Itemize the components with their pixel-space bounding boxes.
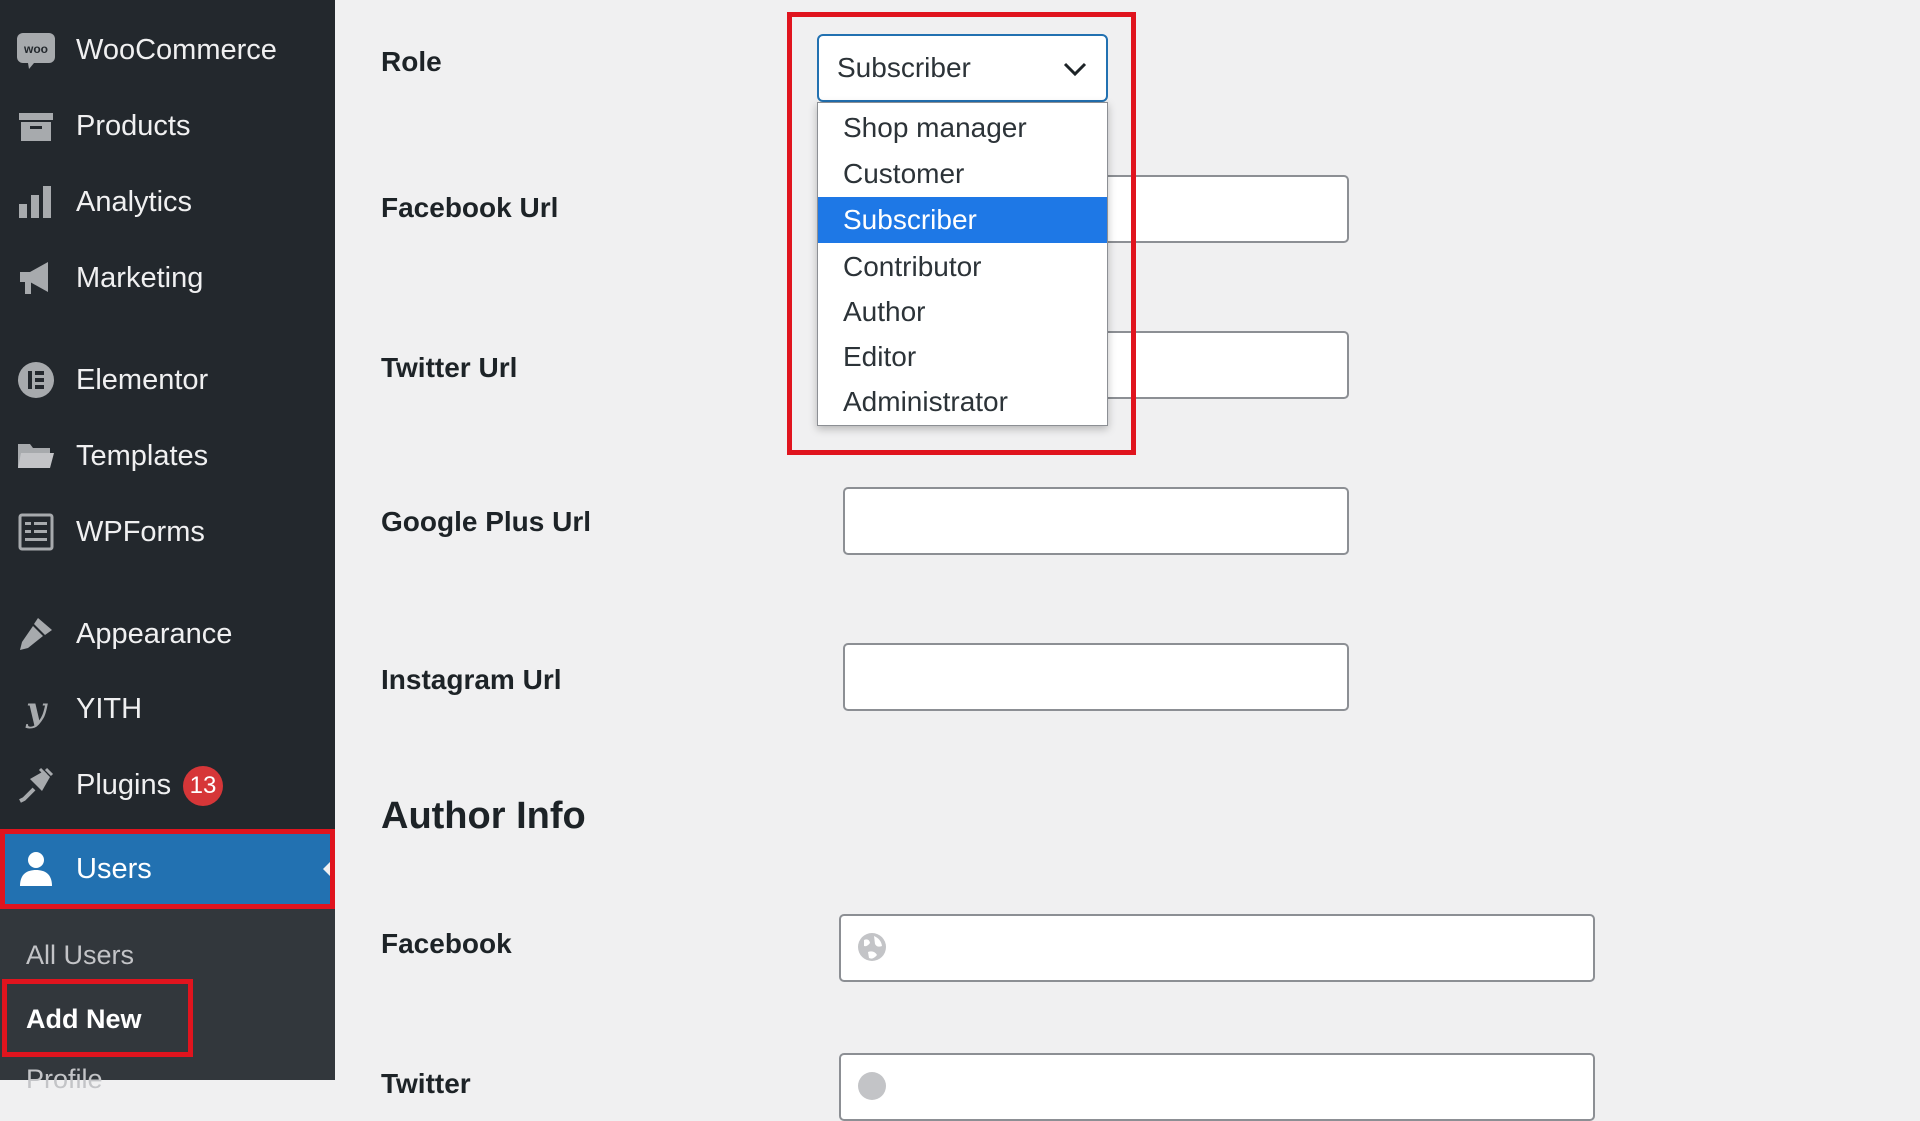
role-selected-value: Subscriber — [837, 52, 971, 83]
bar-chart-icon — [16, 182, 56, 222]
sidebar-item-templates[interactable]: Templates — [0, 421, 335, 491]
sidebar-item-woocommerce[interactable]: woo WooCommerce — [0, 15, 335, 85]
twitter-label: Twitter — [381, 1068, 471, 1099]
sidebar-item-users[interactable]: Users — [0, 831, 335, 907]
sidebar-item-elementor[interactable]: Elementor — [0, 345, 335, 415]
svg-text:y: y — [25, 690, 48, 729]
active-pointer-arrow — [323, 857, 335, 881]
role-option-customer[interactable]: Customer — [818, 151, 1107, 197]
main-content: Role Subscriber Facebook Url Twitter Url… — [335, 0, 1920, 1121]
archive-icon — [16, 106, 56, 146]
woo-logo-text: woo — [23, 42, 48, 56]
users-submenu: All Users Add New Profile — [0, 906, 335, 1094]
instagram-url-label: Instagram Url — [381, 664, 562, 695]
yith-icon: y — [16, 689, 56, 730]
sidebar-item-label: YITH — [76, 693, 143, 725]
facebook-url-label: Facebook Url — [381, 192, 559, 223]
submenu-item-all-users[interactable]: All Users — [26, 940, 134, 971]
role-dropdown-list: Shop manager Customer Subscriber Contrib… — [817, 102, 1108, 426]
role-option-editor[interactable]: Editor — [818, 334, 1107, 380]
facebook-label: Facebook — [381, 928, 512, 959]
plug-icon — [16, 765, 56, 805]
google-plus-url-input[interactable] — [843, 487, 1349, 555]
role-option-shop-manager[interactable]: Shop manager — [818, 105, 1107, 151]
sidebar-item-yith[interactable]: y YITH — [0, 674, 335, 744]
globe-icon — [855, 930, 889, 964]
sidebar-item-label: Plugins — [76, 769, 172, 801]
elementor-icon — [16, 360, 56, 400]
role-select[interactable]: Subscriber — [817, 34, 1108, 102]
role-option-author[interactable]: Author — [818, 289, 1107, 335]
folder-icon — [16, 436, 56, 476]
role-option-contributor[interactable]: Contributor — [818, 244, 1107, 290]
brush-icon — [16, 614, 56, 654]
facebook-input[interactable] — [839, 914, 1595, 982]
user-icon — [16, 849, 56, 889]
sidebar-item-appearance[interactable]: Appearance — [0, 599, 335, 669]
sidebar-item-label: Templates — [76, 440, 209, 472]
sidebar-item-label: WPForms — [76, 516, 205, 548]
sidebar-item-label: Marketing — [76, 262, 204, 294]
submenu-item-add-new[interactable]: Add New — [26, 1004, 142, 1035]
google-plus-url-label: Google Plus Url — [381, 506, 592, 537]
sidebar-item-label: Elementor — [76, 364, 209, 396]
sidebar-item-label: Users — [76, 853, 152, 885]
sidebar-item-label: Appearance — [76, 618, 233, 650]
sidebar-item-products[interactable]: Products — [0, 91, 335, 161]
instagram-url-input[interactable] — [843, 643, 1349, 711]
globe-icon — [855, 1069, 889, 1103]
woo-icon: woo — [16, 30, 56, 70]
form-icon — [16, 512, 56, 552]
sidebar-item-analytics[interactable]: Analytics — [0, 167, 335, 237]
sidebar-item-wpforms[interactable]: WPForms — [0, 497, 335, 567]
admin-sidebar: woo WooCommerce Products Analytics Marke… — [0, 0, 335, 1094]
sidebar-item-label: Analytics — [76, 186, 193, 218]
author-info-heading: Author Info — [381, 795, 586, 837]
sidebar-item-marketing[interactable]: Marketing — [0, 243, 335, 313]
role-option-subscriber[interactable]: Subscriber — [818, 197, 1107, 243]
sidebar-item-label: WooCommerce — [76, 34, 277, 66]
twitter-url-label: Twitter Url — [381, 352, 518, 383]
sidebar-item-plugins[interactable]: Plugins 13 — [0, 750, 335, 820]
twitter-input[interactable] — [839, 1053, 1595, 1121]
sidebar-item-label: Products — [76, 110, 191, 142]
chevron-down-icon — [1062, 56, 1088, 82]
role-label: Role — [381, 46, 442, 77]
role-option-administrator[interactable]: Administrator — [818, 379, 1107, 425]
update-count-badge: 13 — [183, 766, 223, 806]
megaphone-icon — [16, 258, 56, 298]
